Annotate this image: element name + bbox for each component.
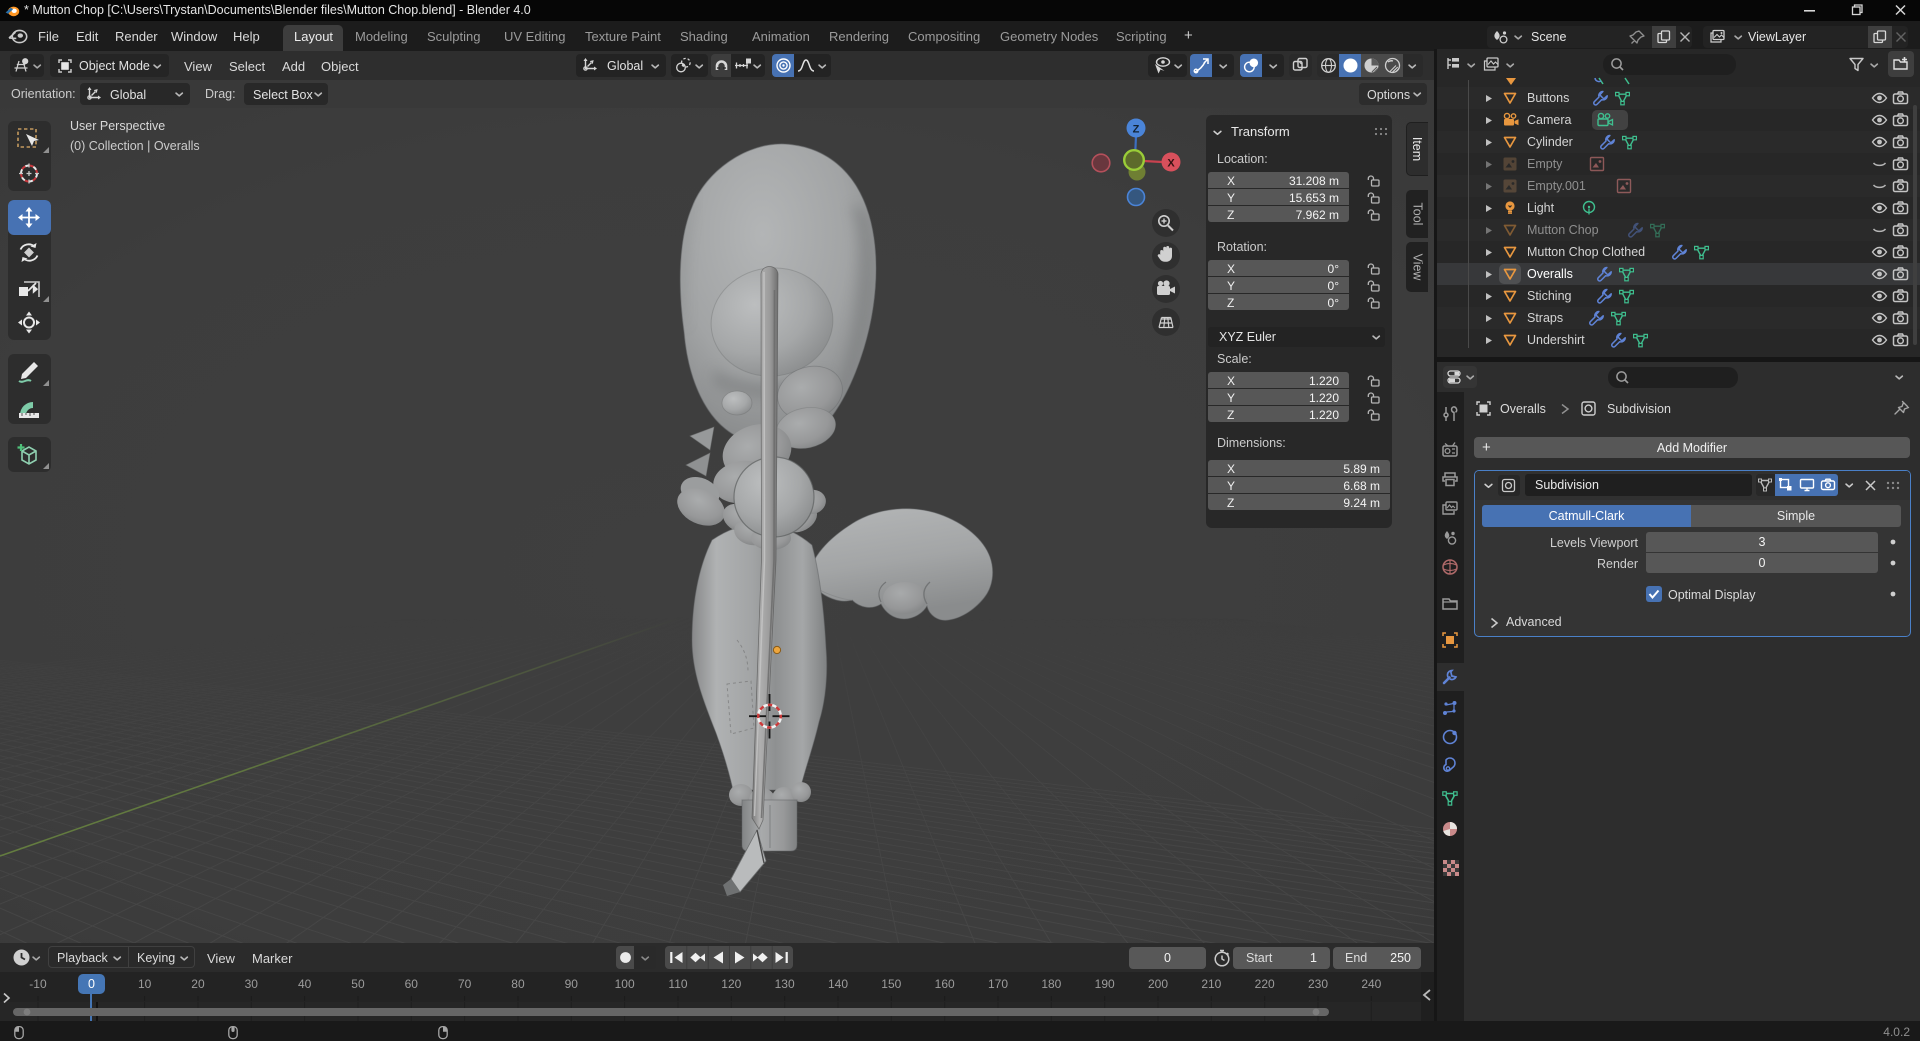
svg-text:Z: Z (1133, 124, 1140, 136)
svg-text:X: X (1167, 158, 1175, 170)
